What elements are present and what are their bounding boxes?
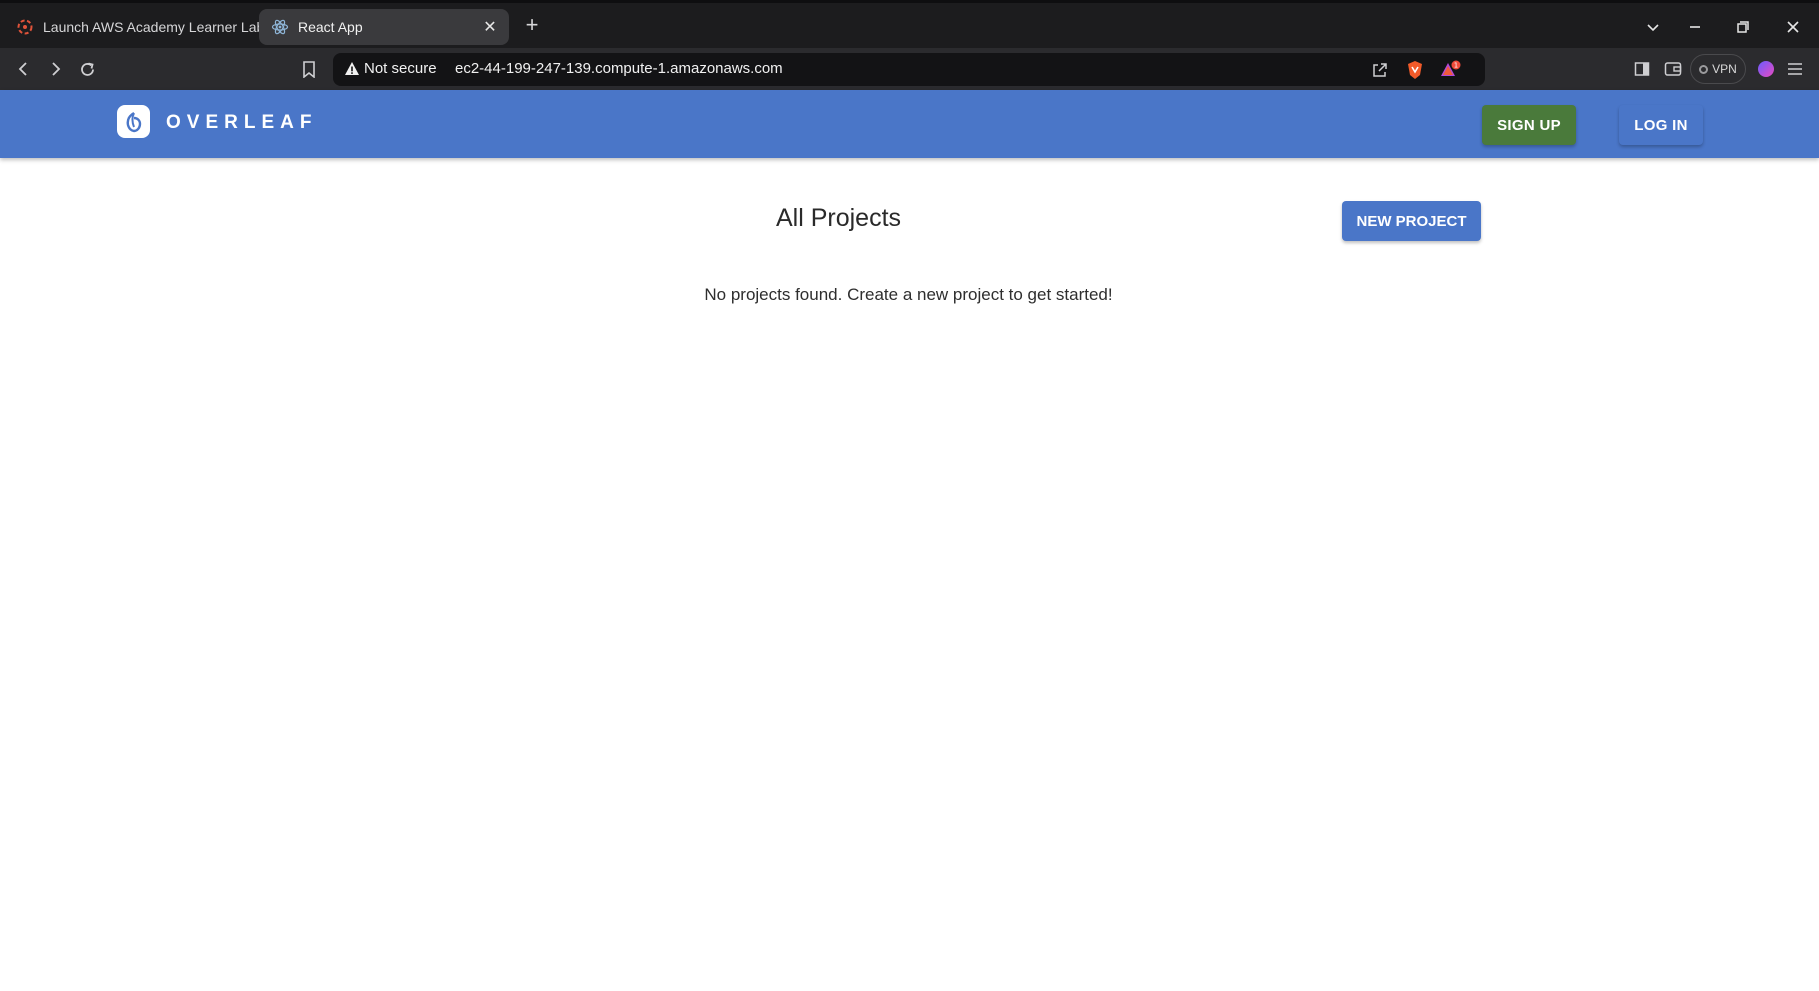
tab-title: Launch AWS Academy Learner Lab (43, 19, 265, 35)
chevron-down-icon[interactable] (1639, 13, 1667, 41)
browser-tab-bar: Launch AWS Academy Learner Lab React App… (0, 0, 1819, 48)
restore-icon[interactable] (1729, 13, 1757, 41)
notification-count: 1 (1454, 62, 1458, 70)
overleaf-logo-icon[interactable] (117, 105, 150, 138)
tab-react-app[interactable]: React App ✕ (259, 9, 509, 45)
new-project-button[interactable]: NEW PROJECT (1342, 201, 1481, 241)
minimize-icon[interactable] (1681, 13, 1709, 41)
vpn-status-icon (1699, 64, 1709, 74)
share-icon[interactable] (1369, 59, 1391, 81)
aws-academy-icon (16, 18, 34, 36)
back-icon[interactable] (11, 56, 37, 82)
close-icon[interactable] (1779, 13, 1807, 41)
reload-icon[interactable] (74, 56, 100, 82)
forward-icon[interactable] (42, 56, 68, 82)
tab-aws-academy[interactable]: Launch AWS Academy Learner Lab (8, 9, 264, 45)
browser-toolbar: Not secure ec2-44-199-247-139.compute-1.… (0, 48, 1819, 90)
url-text[interactable]: ec2-44-199-247-139.compute-1.amazonaws.c… (455, 60, 783, 77)
bookmark-icon[interactable] (296, 56, 322, 82)
sign-up-button[interactable]: SIGN UP (1482, 105, 1576, 145)
app-header: OVERLEAF SIGN UP LOG IN (0, 90, 1819, 158)
plus-icon[interactable]: + (521, 14, 543, 37)
vpn-button[interactable]: VPN (1690, 54, 1746, 84)
react-icon (271, 18, 289, 36)
security-label[interactable]: Not secure (364, 60, 437, 77)
brand-name[interactable]: OVERLEAF (166, 112, 317, 134)
brave-rewards-icon[interactable]: 1 (1440, 59, 1462, 81)
empty-state-message: No projects found. Create a new project … (0, 285, 1819, 305)
menu-icon[interactable] (1782, 56, 1808, 82)
vpn-label: VPN (1712, 62, 1737, 76)
sidebar-icon[interactable] (1629, 56, 1655, 82)
brave-shield-icon[interactable] (1404, 59, 1426, 81)
log-in-button[interactable]: LOG IN (1619, 105, 1703, 145)
wallet-icon[interactable] (1660, 56, 1686, 82)
warning-icon[interactable] (344, 61, 360, 77)
address-bar[interactable]: Not secure ec2-44-199-247-139.compute-1.… (333, 53, 1485, 86)
empty-state-text: No projects found. Create a new project … (704, 285, 1113, 304)
profile-icon[interactable] (1753, 56, 1779, 82)
close-tab-icon[interactable]: ✕ (481, 18, 499, 36)
tab-title: React App (298, 19, 363, 35)
page-title: All Projects (776, 204, 902, 232)
